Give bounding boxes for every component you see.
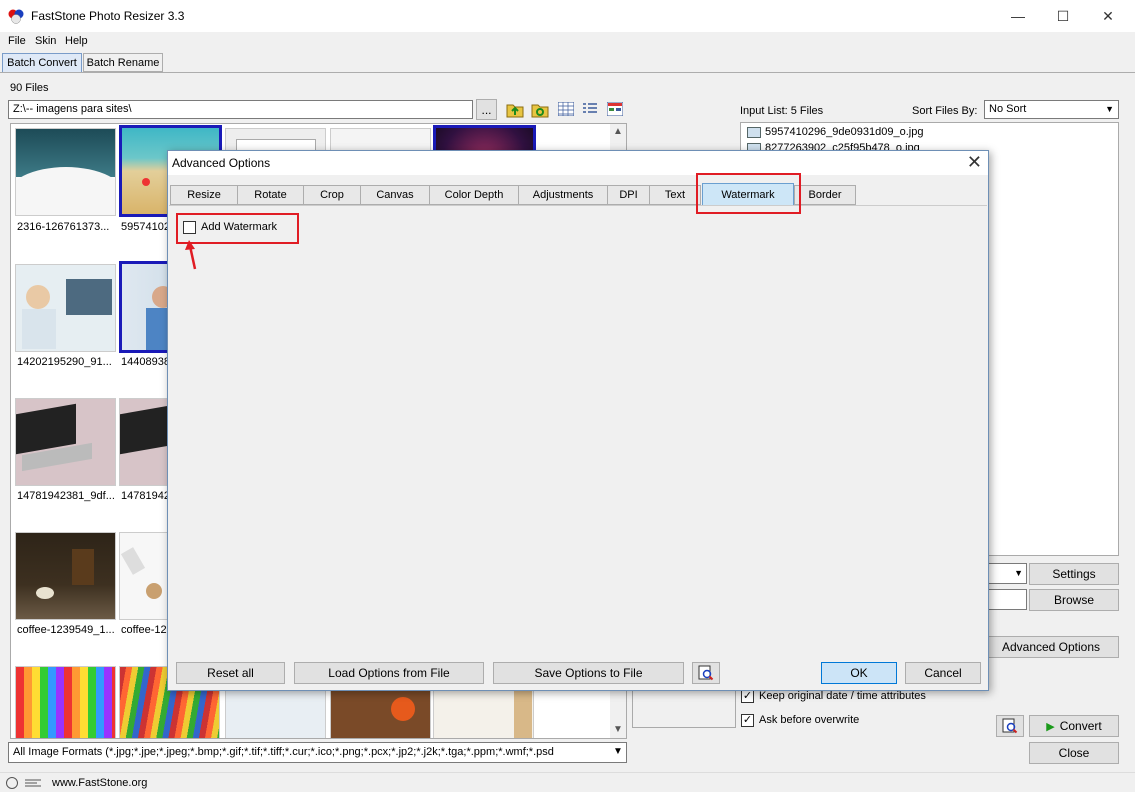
advanced-options-button[interactable]: Advanced Options — [983, 636, 1119, 658]
magnifier-icon — [698, 665, 714, 681]
keep-date-checkbox[interactable]: ✓ — [741, 690, 754, 703]
window-title: FastStone Photo Resizer 3.3 — [31, 9, 185, 23]
thumbnail-label: 14781942381_9df... — [17, 490, 115, 502]
settings-button[interactable]: Settings — [1029, 563, 1119, 585]
sort-select[interactable]: No Sort ▼ — [984, 100, 1119, 119]
tab-resize[interactable]: Resize — [170, 185, 238, 205]
thumbnail-label: coffee-1239549_1... — [17, 624, 115, 636]
close-button[interactable]: Close — [1029, 742, 1119, 764]
menu-file[interactable]: File — [8, 35, 26, 47]
thumbnail-label: 14202195290_91... — [17, 356, 112, 368]
thumbnail-label: 2316-126761373... — [17, 221, 110, 233]
scroll-up-icon[interactable]: ▲ — [613, 126, 623, 137]
browse-button[interactable]: Browse — [1029, 589, 1119, 611]
folder-path-input[interactable]: Z:\-- imagens para sites\ — [8, 100, 473, 119]
ok-button[interactable]: OK — [821, 662, 897, 684]
convert-button[interactable]: ▶ Convert — [1029, 715, 1119, 737]
menu-skin[interactable]: Skin — [35, 35, 56, 47]
save-options-button[interactable]: Save Options to File — [493, 662, 684, 684]
refresh-folder-icon[interactable] — [531, 101, 549, 118]
tab-canvas[interactable]: Canvas — [360, 185, 430, 205]
magnifier-icon — [1002, 718, 1018, 734]
tab-crop[interactable]: Crop — [303, 185, 361, 205]
tab-color-depth[interactable]: Color Depth — [429, 185, 519, 205]
output-folder-input[interactable] — [988, 589, 1027, 610]
preview-button[interactable] — [996, 715, 1024, 737]
close-window-button[interactable]: ✕ — [1085, 0, 1131, 32]
app-icon — [8, 9, 24, 24]
thumbnail[interactable] — [15, 128, 116, 216]
chevron-down-icon[interactable]: ▼ — [613, 746, 623, 757]
details-view-icon[interactable] — [607, 102, 623, 116]
thumbnail-view-icon[interactable] — [558, 102, 574, 116]
menu-help[interactable]: Help — [65, 35, 88, 47]
tab-divider — [0, 72, 1135, 73]
tab-rotate[interactable]: Rotate — [237, 185, 304, 205]
browse-folder-button[interactable]: ... — [476, 99, 497, 120]
list-view-icon[interactable] — [582, 102, 598, 116]
status-bar: www.FastStone.org — [0, 772, 1135, 792]
load-options-button[interactable]: Load Options from File — [294, 662, 484, 684]
red-arrow-icon — [185, 240, 197, 270]
dialog-title-bar: Advanced Options ✕ — [168, 151, 988, 175]
preview-box — [632, 690, 736, 728]
image-file-icon — [747, 126, 761, 138]
dialog-title: Advanced Options — [172, 156, 271, 170]
title-bar: FastStone Photo Resizer 3.3 — ☐ ✕ — [0, 0, 1135, 32]
close-icon[interactable]: ✕ — [967, 152, 982, 173]
reset-all-button[interactable]: Reset all — [176, 662, 285, 684]
website-link[interactable]: www.FastStone.org — [52, 777, 147, 789]
ask-overwrite-checkbox[interactable]: ✓ — [741, 714, 754, 727]
minimize-button[interactable]: — — [995, 0, 1041, 32]
output-format-select[interactable]: ▼ — [988, 563, 1027, 584]
faststone-logo-icon — [6, 777, 41, 789]
tab-batch-convert[interactable]: Batch Convert — [2, 53, 82, 72]
watermark-panel: Add Watermark — [169, 205, 987, 650]
tab-adjustments[interactable]: Adjustments — [518, 185, 608, 205]
scroll-down-icon[interactable]: ▼ — [613, 724, 623, 735]
convert-label: Convert — [1059, 719, 1102, 733]
input-list-label: Input List: 5 Files — [740, 105, 824, 117]
chevron-down-icon: ▼ — [1014, 568, 1023, 578]
preview-options-button[interactable] — [692, 662, 720, 684]
tab-batch-rename[interactable]: Batch Rename — [83, 53, 163, 72]
thumbnail[interactable] — [15, 532, 116, 620]
ask-overwrite-label: Ask before overwrite — [759, 714, 860, 726]
format-filter-value: All Image Formats (*.jpg;*.jpe;*.jpeg;*.… — [13, 746, 554, 758]
files-count: 90 Files — [10, 82, 49, 94]
list-item[interactable]: 5957410296_9de0931d09_o.jpg — [747, 126, 923, 138]
play-icon: ▶ — [1046, 720, 1055, 733]
cancel-button[interactable]: Cancel — [905, 662, 981, 684]
menu-bar: File Skin Help — [0, 32, 1135, 51]
folder-up-icon[interactable] — [506, 101, 524, 118]
watermark-tab-highlight — [696, 173, 801, 214]
list-item-label: 5957410296_9de0931d09_o.jpg — [765, 126, 924, 138]
sort-value: No Sort — [989, 103, 1027, 115]
chevron-down-icon: ▼ — [1105, 104, 1114, 114]
maximize-button[interactable]: ☐ — [1040, 0, 1086, 32]
tab-dpi[interactable]: DPI — [607, 185, 650, 205]
tab-border[interactable]: Border — [794, 185, 856, 205]
format-filter-select[interactable]: All Image Formats (*.jpg;*.jpe;*.jpeg;*.… — [8, 742, 627, 763]
thumbnail[interactable] — [15, 666, 116, 738]
tab-text[interactable]: Text — [649, 185, 701, 205]
thumbnail[interactable] — [15, 398, 116, 486]
keep-date-label: Keep original date / time attributes — [759, 690, 926, 702]
sort-label: Sort Files By: — [912, 105, 978, 117]
thumbnail[interactable] — [15, 264, 116, 352]
